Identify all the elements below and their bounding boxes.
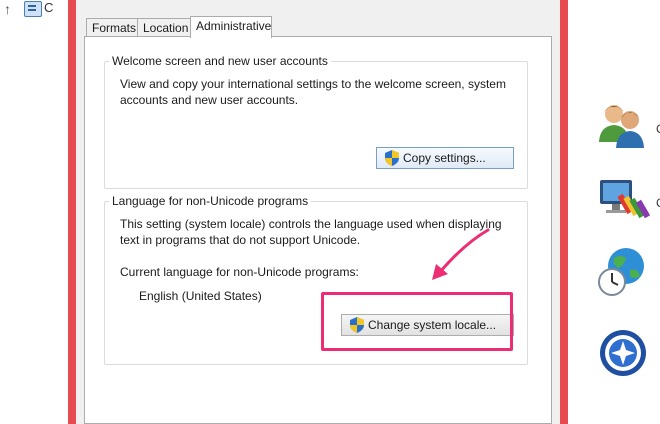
side-item-label: C xyxy=(656,196,660,210)
region-dialog-frame: Formats Location Administrative Welcome … xyxy=(68,0,568,424)
copy-settings-label: Copy settings... xyxy=(403,151,486,165)
welcome-group-title: Welcome screen and new user accounts xyxy=(109,54,331,68)
locale-button-highlight xyxy=(321,292,513,351)
tab-location[interactable]: Location xyxy=(137,18,193,37)
copy-settings-button[interactable]: Copy settings... xyxy=(376,147,514,169)
background-partial-text: C xyxy=(44,0,54,15)
side-item-label: C xyxy=(656,122,660,136)
shield-icon xyxy=(385,150,399,166)
tab-administrative[interactable]: Administrative xyxy=(190,16,272,38)
welcome-screen-group: Welcome screen and new user accounts Vie… xyxy=(104,54,528,189)
tab-formats[interactable]: Formats xyxy=(86,18,140,37)
welcome-description-line2: accounts and new user accounts. xyxy=(120,93,299,107)
ease-of-access-icon[interactable] xyxy=(598,328,652,382)
user-accounts-icon[interactable] xyxy=(596,98,650,152)
display-icon[interactable] xyxy=(596,174,650,228)
welcome-description-line1: View and copy your international setting… xyxy=(120,77,506,91)
non-unicode-group-title: Language for non-Unicode programs xyxy=(109,194,312,208)
control-panel-icon xyxy=(24,1,42,17)
globe-clock-icon[interactable] xyxy=(596,246,650,300)
up-arrow-icon[interactable]: ↑ xyxy=(4,2,11,16)
region-dialog: Formats Location Administrative Welcome … xyxy=(76,0,560,424)
annotation-arrow-icon xyxy=(432,228,490,280)
